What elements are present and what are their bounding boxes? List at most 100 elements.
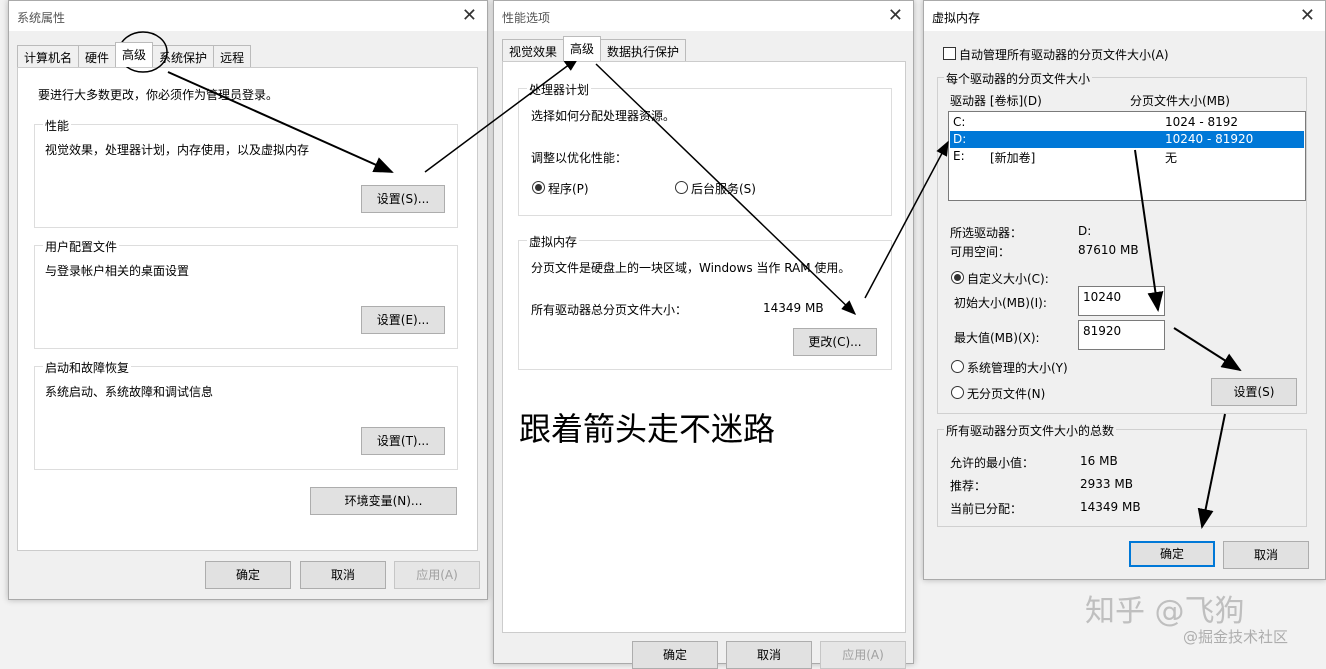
tab-strip: 视觉效果 高级 数据执行保护 [502, 39, 685, 61]
performance-group: 性能 视觉效果，处理器计划，内存使用，以及虚拟内存 设置(S)... [34, 124, 458, 228]
virtual-memory-label: 虚拟内存 [527, 233, 579, 250]
startup-recovery-settings-button[interactable]: 设置(T)... [361, 427, 445, 455]
custom-size-radio[interactable] [951, 271, 964, 284]
system-properties-window: 系统属性 ✕ 计算机名 硬件 高级 系统保护 远程 要进行大多数更改，你必须作为… [8, 0, 488, 600]
processor-scheduling-group: 处理器计划 选择如何分配处理器资源。 调整以优化性能： 程序(P) 后台服务(S… [518, 88, 892, 216]
drive-letter: E: [953, 149, 965, 163]
user-profile-group: 用户配置文件 与登录帐户相关的桌面设置 设置(E)... [34, 245, 458, 349]
performance-settings-button[interactable]: 设置(S)... [361, 185, 445, 213]
close-icon[interactable]: ✕ [462, 5, 477, 26]
user-profile-settings-button[interactable]: 设置(E)... [361, 306, 445, 334]
drive-column-header: 驱动器 [卷标](D) [950, 92, 1042, 109]
tab-visual-effects[interactable]: 视觉效果 [502, 39, 564, 61]
drive-list[interactable]: C: 1024 - 8192 D: 10240 - 81920 E: [新加卷]… [948, 111, 1306, 201]
virtual-memory-window: 虚拟内存 ✕ 自动管理所有驱动器的分页文件大小(A) 每个驱动器的分页文件大小 … [923, 0, 1326, 580]
set-button[interactable]: 设置(S) [1211, 378, 1297, 406]
total-paging-value: 14349 MB [763, 301, 824, 315]
list-item[interactable]: D: 10240 - 81920 [950, 131, 1304, 148]
list-item[interactable]: E: [新加卷] 无 [950, 148, 1304, 165]
total-paging-label: 所有驱动器总分页文件大小： [531, 301, 687, 318]
window-title: 系统属性 [17, 9, 65, 26]
background-services-radio[interactable] [675, 181, 688, 194]
window-title: 虚拟内存 [932, 9, 980, 26]
drive-volume-label: [新加卷] [990, 149, 1035, 166]
drive-page-size: 无 [1165, 149, 1177, 166]
max-size-label: 最大值(MB)(X): [954, 329, 1040, 346]
selected-drive-label: 所选驱动器： [950, 224, 1022, 241]
admin-note: 要进行大多数更改，你必须作为管理员登录。 [38, 86, 278, 103]
apply-button[interactable]: 应用(A) [820, 641, 906, 669]
initial-size-input[interactable]: 10240 [1078, 286, 1165, 316]
no-paging-radio[interactable] [951, 386, 964, 399]
tab-system-protection[interactable]: 系统保护 [152, 45, 214, 67]
tab-advanced[interactable]: 高级 [115, 42, 153, 67]
ok-button[interactable]: 确定 [205, 561, 291, 589]
apply-button[interactable]: 应用(A) [394, 561, 480, 589]
environment-variables-button[interactable]: 环境变量(N)... [310, 487, 457, 515]
tab-remote[interactable]: 远程 [213, 45, 251, 67]
cancel-button[interactable]: 取消 [300, 561, 386, 589]
initial-size-label: 初始大小(MB)(I): [954, 294, 1047, 311]
virtual-memory-group: 虚拟内存 分页文件是硬盘上的一块区域，Windows 当作 RAM 使用。 所有… [518, 240, 892, 370]
free-space-label: 可用空间： [950, 243, 1010, 260]
tab-advanced[interactable]: 高级 [563, 36, 601, 61]
cancel-button[interactable]: 取消 [726, 641, 812, 669]
startup-recovery-group: 启动和故障恢复 系统启动、系统故障和调试信息 设置(T)... [34, 366, 458, 470]
close-icon[interactable]: ✕ [1300, 5, 1315, 26]
tab-computer-name[interactable]: 计算机名 [17, 45, 79, 67]
total-paging-group: 所有驱动器分页文件大小的总数 允许的最小值： 16 MB 推荐： 2933 MB… [937, 429, 1307, 527]
performance-label: 性能 [43, 117, 71, 134]
min-allowed-value: 16 MB [1080, 454, 1118, 468]
system-managed-label[interactable]: 系统管理的大小(Y) [967, 359, 1068, 376]
total-paging-label: 所有驱动器分页文件大小的总数 [944, 422, 1116, 439]
custom-size-label[interactable]: 自定义大小(C): [967, 270, 1049, 287]
adjust-label: 调整以优化性能： [531, 149, 627, 166]
auto-manage-checkbox[interactable] [943, 47, 956, 60]
ok-button[interactable]: 确定 [1129, 541, 1215, 567]
background-services-label[interactable]: 后台服务(S) [691, 180, 756, 197]
change-button[interactable]: 更改(C)... [793, 328, 877, 356]
title-bar: 性能选项 ✕ [494, 1, 913, 31]
ok-button[interactable]: 确定 [632, 641, 718, 669]
auto-manage-label[interactable]: 自动管理所有驱动器的分页文件大小(A) [959, 46, 1169, 63]
per-drive-label: 每个驱动器的分页文件大小 [944, 70, 1092, 87]
close-icon[interactable]: ✕ [888, 5, 903, 26]
title-bar: 系统属性 ✕ [9, 1, 487, 31]
user-profile-label: 用户配置文件 [43, 238, 119, 255]
window-title: 性能选项 [502, 9, 550, 26]
drive-letter: D: [953, 132, 966, 146]
startup-recovery-desc: 系统启动、系统故障和调试信息 [45, 383, 213, 400]
system-managed-radio[interactable] [951, 360, 964, 373]
free-space-value: 87610 MB [1078, 243, 1139, 257]
virtual-memory-desc: 分页文件是硬盘上的一块区域，Windows 当作 RAM 使用。 [531, 259, 850, 276]
programs-radio[interactable] [532, 181, 545, 194]
recommended-label: 推荐： [950, 477, 986, 494]
watermark-sub: @掘金技术社区 [1183, 626, 1288, 647]
performance-options-window: 性能选项 ✕ 视觉效果 高级 数据执行保护 处理器计划 选择如何分配处理器资源。… [493, 0, 914, 664]
current-allocated-value: 14349 MB [1080, 500, 1141, 514]
watermark-main: 知乎 @飞狗 [1085, 586, 1245, 630]
per-drive-group: 每个驱动器的分页文件大小 驱动器 [卷标](D) 分页文件大小(MB) C: 1… [937, 77, 1307, 414]
drive-page-size: 1024 - 8192 [1165, 115, 1238, 129]
tab-hardware[interactable]: 硬件 [78, 45, 116, 67]
current-allocated-label: 当前已分配： [950, 500, 1022, 517]
max-size-input[interactable]: 81920 [1078, 320, 1165, 350]
recommended-value: 2933 MB [1080, 477, 1133, 491]
size-column-header: 分页文件大小(MB) [1130, 92, 1230, 109]
list-item[interactable]: C: 1024 - 8192 [950, 114, 1304, 131]
annotation-text: 跟着箭头走不迷路 [519, 404, 775, 450]
title-bar: 虚拟内存 ✕ [924, 1, 1325, 31]
advanced-tab-page: 要进行大多数更改，你必须作为管理员登录。 性能 视觉效果，处理器计划，内存使用，… [17, 67, 478, 551]
programs-label[interactable]: 程序(P) [548, 180, 589, 197]
drive-letter: C: [953, 115, 965, 129]
no-paging-label[interactable]: 无分页文件(N) [967, 385, 1045, 402]
selected-drive-value: D: [1078, 224, 1091, 238]
advanced-tab-page: 处理器计划 选择如何分配处理器资源。 调整以优化性能： 程序(P) 后台服务(S… [502, 61, 906, 633]
tab-strip: 计算机名 硬件 高级 系统保护 远程 [17, 45, 250, 67]
min-allowed-label: 允许的最小值： [950, 454, 1034, 471]
tab-dep[interactable]: 数据执行保护 [600, 39, 686, 61]
performance-desc: 视觉效果，处理器计划，内存使用，以及虚拟内存 [45, 141, 309, 158]
user-profile-desc: 与登录帐户相关的桌面设置 [45, 262, 189, 279]
startup-recovery-label: 启动和故障恢复 [43, 359, 131, 376]
cancel-button[interactable]: 取消 [1223, 541, 1309, 569]
